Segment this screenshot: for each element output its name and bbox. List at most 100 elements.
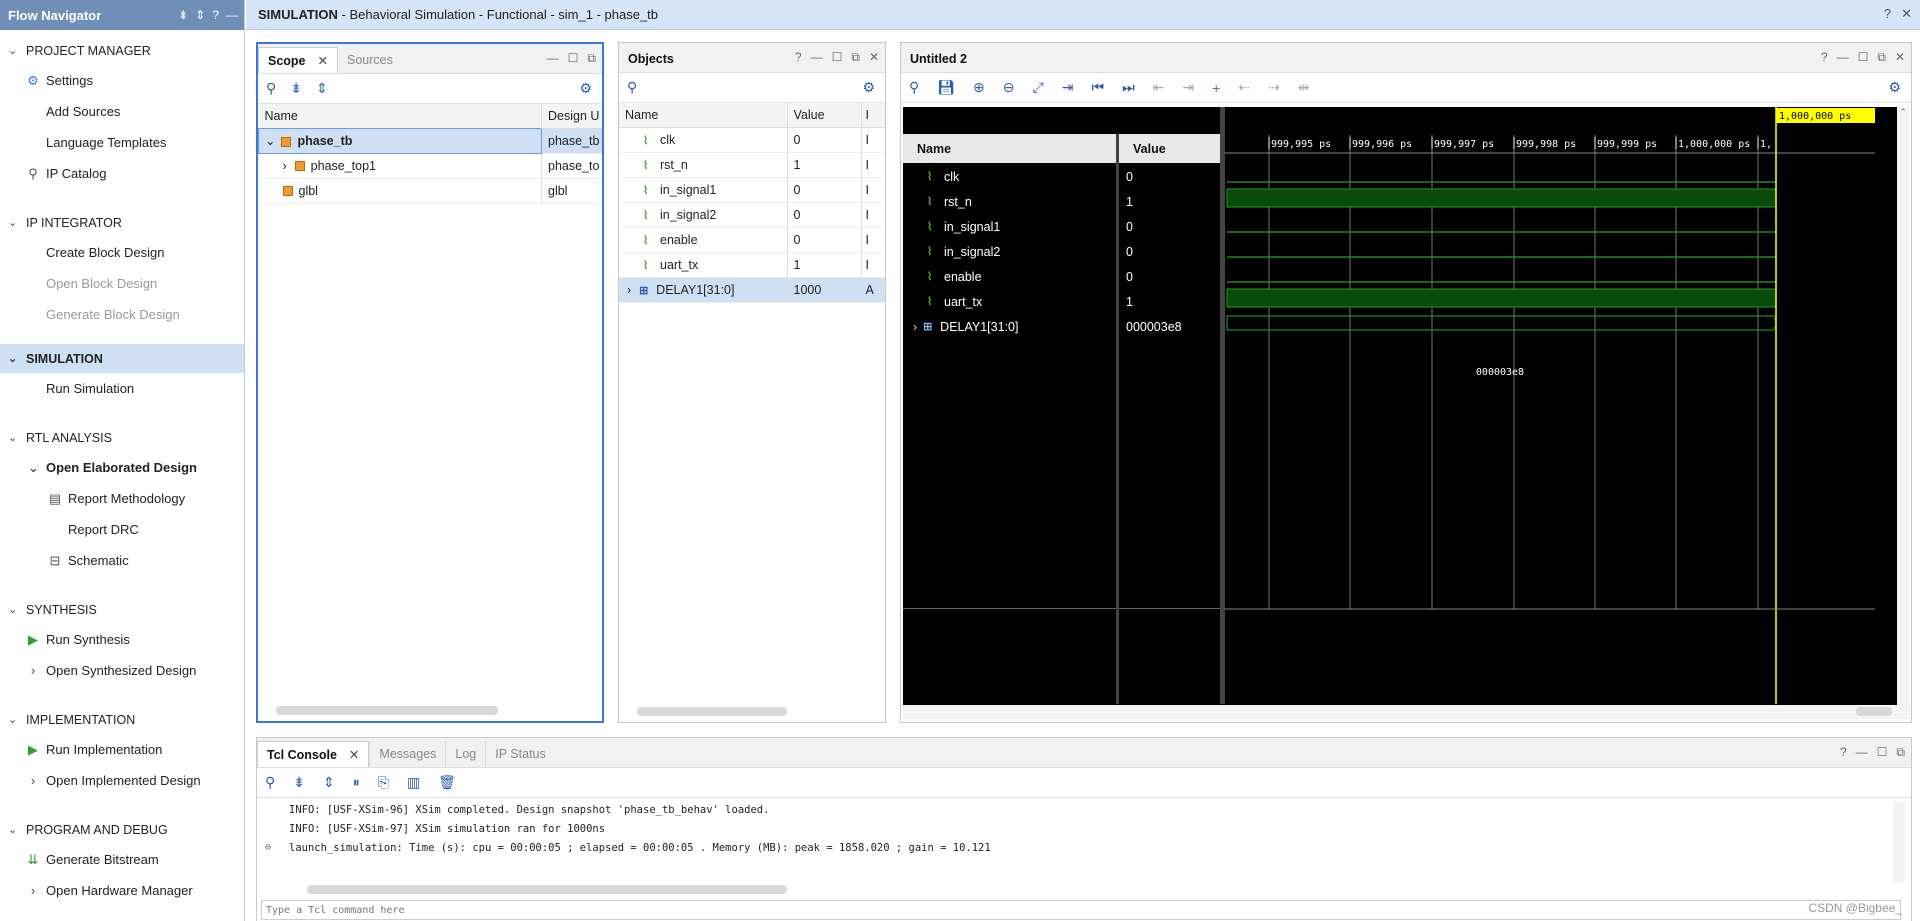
- close-icon[interactable]: ✕: [869, 50, 879, 65]
- wave-signal[interactable]: ⌇ uart_tx: [903, 289, 1116, 314]
- nav-schematic[interactable]: ⊟ Schematic: [0, 545, 244, 576]
- wave-signal[interactable]: › ⊞ DELAY1[31:0]: [903, 314, 1116, 339]
- nav-run-simulation[interactable]: Run Simulation: [0, 373, 244, 404]
- section-ip-integrator[interactable]: ⌄ IP INTEGRATOR: [0, 208, 244, 237]
- minimize-icon[interactable]: —: [811, 50, 823, 65]
- nav-language-templates[interactable]: Language Templates: [0, 127, 244, 158]
- zoom-out-icon[interactable]: ⊖: [1003, 79, 1015, 96]
- columns-icon[interactable]: ▥: [407, 774, 420, 791]
- col-design[interactable]: Design U: [542, 104, 603, 128]
- wave-name-header[interactable]: Name: [903, 134, 1116, 163]
- gear-icon[interactable]: ⚙: [862, 79, 875, 96]
- col-value[interactable]: Value: [787, 103, 862, 127]
- float-icon[interactable]: ⧉: [587, 51, 596, 66]
- chevron-down-icon[interactable]: ⌄: [265, 134, 275, 148]
- tab-scope[interactable]: Scope ✕: [258, 47, 338, 73]
- pause-icon[interactable]: ⏸: [353, 774, 360, 791]
- waveform-canvas[interactable]: 999,995 ps 999,996 ps 999,997 ps 999,998 ps…: [1225, 107, 1875, 704]
- help-icon[interactable]: ?: [1884, 6, 1891, 22]
- tcl-command-input[interactable]: [261, 900, 1901, 920]
- table-row[interactable]: ⌇ clk 0 I: [619, 127, 885, 152]
- collapse-all-icon[interactable]: ⇟: [293, 774, 305, 791]
- minimize-icon[interactable]: —: [1837, 50, 1849, 65]
- chevron-right-icon[interactable]: ›: [283, 159, 287, 173]
- zoom-in-icon[interactable]: ⊕: [973, 79, 985, 96]
- close-icon[interactable]: ✕: [318, 53, 328, 68]
- nav-open-hardware-manager[interactable]: › Open Hardware Manager: [0, 875, 244, 906]
- help-icon[interactable]: ?: [1821, 50, 1828, 65]
- tab-messages[interactable]: Messages: [369, 741, 445, 767]
- minimize-icon[interactable]: —: [226, 8, 238, 22]
- search-icon[interactable]: ⚲: [627, 79, 637, 96]
- table-row[interactable]: ⌇ uart_tx 1 I: [619, 252, 885, 277]
- section-synthesis[interactable]: ⌄ SYNTHESIS: [0, 595, 244, 624]
- wave-signal[interactable]: ⌇ clk: [903, 164, 1116, 189]
- table-row[interactable]: ⌄ phase_tb phase_tb: [258, 127, 602, 154]
- section-rtl-analysis[interactable]: ⌄ RTL ANALYSIS: [0, 423, 244, 452]
- collapse-all-icon[interactable]: ⇟: [290, 80, 302, 97]
- help-icon[interactable]: ?: [795, 50, 802, 65]
- goto-start-icon[interactable]: ⏮: [1091, 79, 1104, 96]
- table-row[interactable]: ⌇ enable 0 I: [619, 227, 885, 252]
- nav-run-implementation[interactable]: ▶ Run Implementation: [0, 734, 244, 765]
- close-icon[interactable]: ✕: [1895, 50, 1905, 65]
- prev-transition-icon[interactable]: ⇤: [1153, 79, 1165, 96]
- wave-signal[interactable]: ⌇ rst_n: [903, 189, 1116, 214]
- section-project-manager[interactable]: ⌄ PROJECT MANAGER: [0, 36, 244, 65]
- prev-marker-icon[interactable]: ⇠: [1238, 79, 1250, 96]
- tab-tcl-console[interactable]: Tcl Console ✕: [257, 741, 370, 767]
- horizontal-scrollbar[interactable]: [1856, 707, 1892, 716]
- table-row[interactable]: › ⊞ DELAY1[31:0] 1000 A: [619, 277, 885, 302]
- search-icon[interactable]: ⚲: [266, 80, 276, 97]
- nav-settings[interactable]: ⚙ Settings: [0, 65, 244, 96]
- add-marker-icon[interactable]: +: [1212, 80, 1220, 96]
- minimize-icon[interactable]: —: [547, 51, 559, 66]
- goto-end-icon[interactable]: ⏭: [1122, 79, 1135, 96]
- nav-open-block-design[interactable]: Open Block Design: [0, 268, 244, 299]
- nav-report-methodology[interactable]: ▤ Report Methodology: [0, 483, 244, 514]
- search-icon[interactable]: ⚲: [265, 774, 275, 791]
- tab-log[interactable]: Log: [445, 741, 485, 767]
- trash-icon[interactable]: 🗑︎: [438, 774, 456, 791]
- nav-ip-catalog[interactable]: ⚲ IP Catalog: [0, 158, 244, 189]
- table-row[interactable]: glbl glbl: [258, 178, 602, 203]
- chevron-right-icon[interactable]: ›: [627, 283, 631, 297]
- section-program-and-debug[interactable]: ⌄ PROGRAM AND DEBUG: [0, 815, 244, 844]
- nav-generate-block-design[interactable]: Generate Block Design: [0, 299, 244, 330]
- wave-signal[interactable]: ⌇ in_signal1: [903, 214, 1116, 239]
- vertical-scrollbar[interactable]: [1893, 802, 1905, 882]
- maximize-icon[interactable]: ☐: [568, 51, 579, 66]
- nav-open-implemented-design[interactable]: › Open Implemented Design: [0, 765, 244, 796]
- wave-value-header[interactable]: Value: [1119, 134, 1220, 163]
- expand-all-icon[interactable]: ⇕: [316, 80, 328, 97]
- search-icon[interactable]: ⚲: [909, 79, 919, 96]
- section-simulation[interactable]: ⌄ SIMULATION: [0, 344, 244, 373]
- nav-generate-bitstream[interactable]: ⇊ Generate Bitstream: [0, 844, 244, 875]
- maximize-icon[interactable]: ☐: [1858, 50, 1869, 65]
- gear-icon[interactable]: ⚙: [1888, 79, 1901, 96]
- vertical-scrollbar[interactable]: ⌃: [1897, 107, 1909, 705]
- copy-icon[interactable]: ⎘: [378, 774, 389, 791]
- help-icon[interactable]: ?: [1840, 745, 1847, 760]
- collapse-node-icon[interactable]: ⊖: [265, 842, 281, 853]
- horizontal-scrollbar[interactable]: [637, 707, 787, 716]
- collapse-all-icon[interactable]: ⇟: [178, 8, 188, 22]
- swap-cursors-icon[interactable]: ⇹: [1298, 79, 1310, 96]
- gear-icon[interactable]: ⚙: [579, 80, 592, 97]
- save-icon[interactable]: 💾︎: [937, 79, 955, 96]
- nav-report-drc[interactable]: Report DRC: [0, 514, 244, 545]
- wave-signal[interactable]: ⌇ enable: [903, 264, 1116, 289]
- minimize-icon[interactable]: —: [1856, 745, 1868, 760]
- maximize-icon[interactable]: ☐: [832, 50, 843, 65]
- float-icon[interactable]: ⧉: [1896, 745, 1905, 760]
- table-row[interactable]: › phase_top1 phase_to: [258, 153, 602, 178]
- nav-open-synthesized-design[interactable]: › Open Synthesized Design: [0, 655, 244, 686]
- close-icon[interactable]: ✕: [349, 747, 359, 762]
- nav-run-synthesis[interactable]: ▶ Run Synthesis: [0, 624, 244, 655]
- table-row[interactable]: ⌇ rst_n 1 I: [619, 152, 885, 177]
- expand-all-icon[interactable]: ⇕: [323, 774, 335, 791]
- col-name[interactable]: Name: [258, 104, 542, 128]
- col-name[interactable]: Name: [619, 103, 788, 127]
- float-icon[interactable]: ⧉: [851, 50, 860, 65]
- nav-create-block-design[interactable]: Create Block Design: [0, 237, 244, 268]
